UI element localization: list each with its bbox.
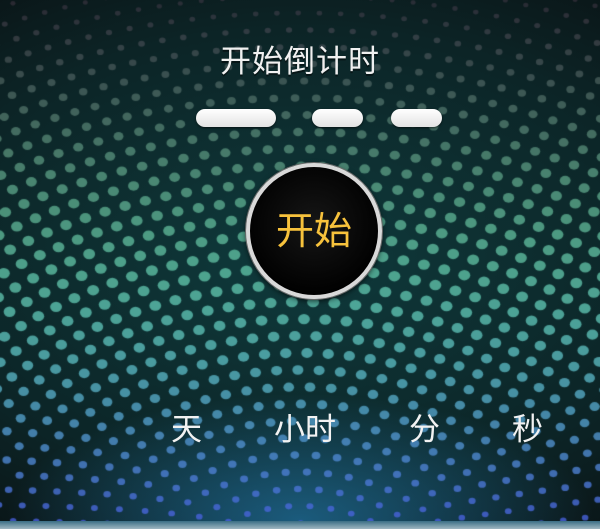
countdown-screen: 开始倒计时 开始 天 小时 分 秒 <box>0 0 600 529</box>
start-button-label: 开始 <box>275 209 352 253</box>
hours-value-field <box>312 109 363 127</box>
bottom-edge-strip <box>0 521 600 529</box>
start-button[interactable]: 开始 <box>246 163 382 299</box>
minutes-value-field <box>391 109 442 127</box>
unit-label-seconds: 秒 <box>512 412 543 448</box>
unit-label-hours: 小时 <box>274 412 336 448</box>
days-value-field <box>196 109 276 127</box>
unit-label-days: 天 <box>171 412 202 448</box>
page-title: 开始倒计时 <box>220 44 380 80</box>
unit-label-minutes: 分 <box>409 412 440 448</box>
